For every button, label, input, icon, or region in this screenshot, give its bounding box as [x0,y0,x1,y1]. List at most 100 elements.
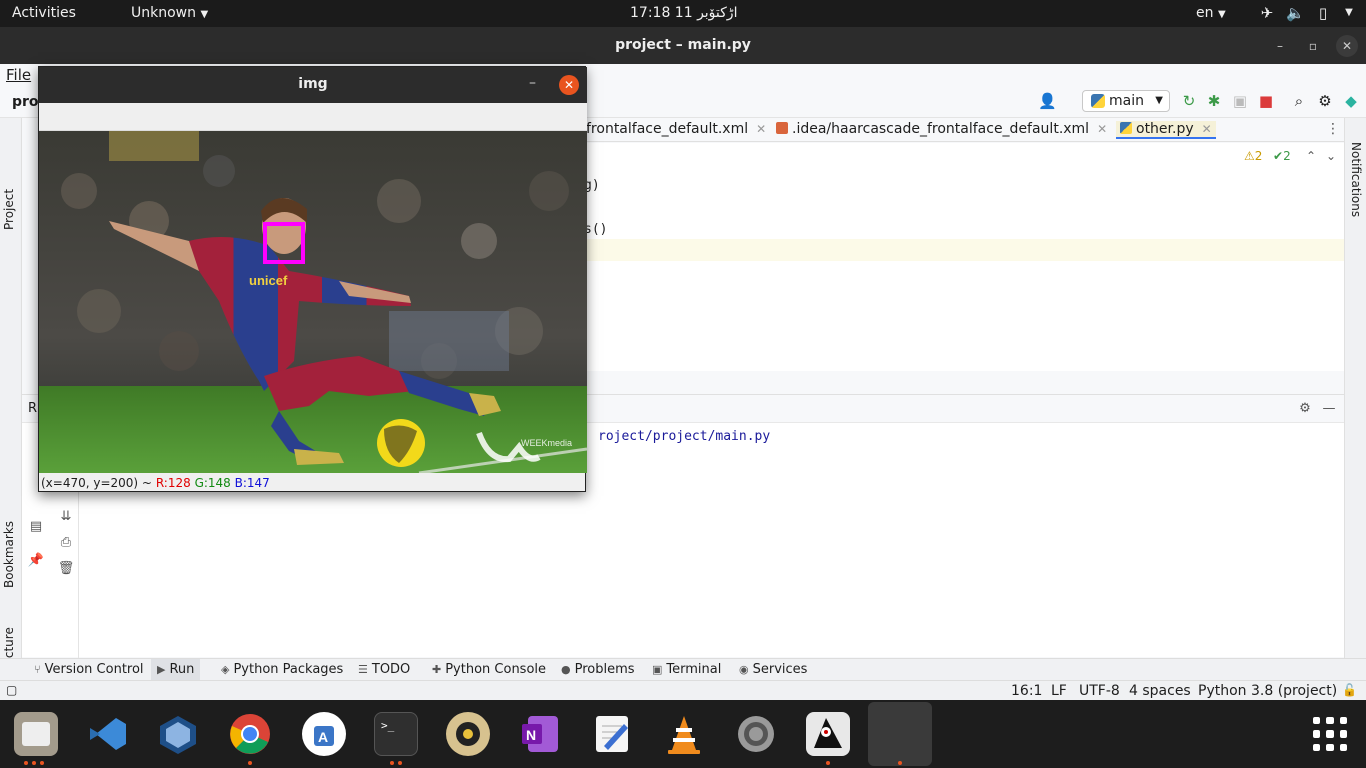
tool-window-bar: ⑂ Version Control ▶ Run ◈ Python Packages ☰… [0,658,1366,681]
application-dock: A >_ N [0,700,1366,768]
tab-label: Problems [574,662,635,677]
stop-icon[interactable]: ■ [1257,92,1275,110]
lock-icon[interactable]: 🔓 [1342,683,1357,697]
todo-tab[interactable]: ☰ TODO [358,662,410,677]
python-packages-tab[interactable]: ◈ Python Packages [221,662,343,677]
minimize-icon[interactable]: – [1269,35,1291,57]
version-control-tab[interactable]: ⑂ Version Control [34,662,144,677]
gear-icon[interactable]: ⚙ [1316,92,1334,110]
coverage-icon[interactable]: ▣ [1231,92,1249,110]
java-icon[interactable] [806,712,850,756]
caret-position[interactable]: 16:1 [1011,683,1042,699]
debug-icon[interactable]: ✱ [1205,92,1223,110]
menu-file[interactable]: File [6,66,31,84]
close-icon[interactable]: ✕ [559,75,579,95]
warnings-indicator[interactable]: ⚠2 [1244,149,1262,163]
bookmarks-tool-tab[interactable]: Bookmarks [2,521,16,588]
files-icon[interactable] [14,712,58,756]
current-line-highlight [576,239,1344,261]
indent-setting[interactable]: 4 spaces [1129,683,1191,699]
system-top-bar: Activities Unknown ▼ 17:18 11 اڑکتۆبر en… [0,0,1366,27]
print-icon[interactable]: ⎙ [56,533,76,553]
vlc-drawing [668,716,700,754]
text-editor-icon[interactable] [590,712,634,756]
show-applications-icon[interactable] [1313,717,1347,751]
terminal-icon: ▣ [652,663,663,676]
chevron-up-icon[interactable]: ⌃ [1306,149,1316,163]
file-encoding[interactable]: UTF-8 [1079,683,1120,699]
airplane-icon[interactable]: ✈ [1258,4,1276,22]
volume-icon[interactable]: 🔈 [1286,4,1305,22]
hide-panel-icon[interactable]: — [1319,399,1339,419]
minimize-icon[interactable]: – [529,75,536,91]
settings-icon[interactable] [734,712,778,756]
run-configuration-select[interactable]: main ▼ [1082,90,1170,112]
chevron-down-icon: ▼ [1155,95,1163,106]
chevron-down-icon[interactable]: ⌄ [1326,149,1336,163]
maximize-icon[interactable]: ▫ [1302,35,1324,57]
toggle-tool-windows-icon[interactable]: ▢ [6,683,17,697]
project-tool-tab[interactable]: Project [2,189,16,230]
terminal-icon[interactable]: >_ [374,712,418,756]
services-tab[interactable]: ◉ Services [739,662,807,677]
store-icon[interactable]: A [302,712,346,756]
app-placeholder-icon[interactable] [868,702,932,766]
close-icon[interactable]: ✕ [1336,35,1358,57]
pixel-readout: (x=470, y=200) ~ R:128 G:148 B:147 [41,476,270,490]
code-editor[interactable]: g) s() ⚠2 ✔2 ⌃ ⌄ [576,143,1344,371]
more-tabs-icon[interactable]: ⋮ [1326,121,1340,137]
tab-label: Services [752,662,808,677]
account-icon[interactable]: 👤 [1038,92,1057,110]
app-menu[interactable]: Unknown ▼ [131,5,208,21]
tab-haarcascade-xml[interactable]: .idea/haarcascade_frontalface_default.xm… [776,121,1107,137]
coords-text: (x=470, y=200) ~ [41,476,152,490]
ide-logo-icon[interactable]: ◆ [1342,92,1360,110]
tab-other-py[interactable]: other.py ✕ [1116,121,1216,139]
search-icon[interactable]: ⌕ [1290,92,1308,110]
clock[interactable]: 17:18 11 اڑکتۆبر [630,5,737,21]
problems-tab[interactable]: ● Problems [561,662,635,677]
interpreter-selector[interactable]: Python 3.8 (project) [1198,683,1337,699]
chrome-icon[interactable] [228,712,272,756]
line-separator[interactable]: LF [1051,683,1067,699]
tab-label: Terminal [666,662,722,677]
battery-icon[interactable]: ▯ [1314,4,1332,22]
branch-icon: ⑂ [34,663,41,676]
watermark-text: WEEKmedia [521,438,572,448]
scroll-to-end-icon[interactable]: ⇊ [56,507,76,527]
img-window: img – ✕ unicef WEEKmedia (x=470, y=200) … [38,66,587,492]
python-console-tab[interactable]: ✚ Python Console [432,662,546,677]
tab-label: Version Control [44,662,144,677]
trash-icon[interactable]: 🗑 [56,559,76,579]
close-icon[interactable]: ✕ [756,122,766,136]
run-panel-title: R [28,401,38,416]
close-icon[interactable]: ✕ [1097,122,1107,136]
jersey-sponsor: unicef [249,273,288,288]
soccer-player-photo[interactable]: unicef WEEKmedia [39,131,587,473]
gear-icon[interactable]: ⚙ [1295,399,1315,419]
settings-drawing [738,716,774,752]
text-editor-drawing [596,716,628,752]
layout-icon[interactable]: ▤ [26,517,46,537]
run-tab[interactable]: ▶ Run [151,659,201,681]
vlc-icon[interactable] [662,712,706,756]
system-menu-chevron-icon[interactable]: ▼ [1340,4,1358,22]
vscode-icon[interactable] [86,712,130,756]
tab-label: .idea/haarcascade_frontalface_default.xm… [792,121,1090,137]
chevron-down-icon: ▼ [1217,9,1226,20]
pin-icon[interactable]: 📌 [26,551,46,571]
typo-indicator[interactable]: ✔2 [1273,149,1291,163]
tab-frontalface-xml[interactable]: frontalface_default.xml ✕ [586,121,766,137]
notifications-tool-tab[interactable]: Notifications [1349,142,1363,217]
rerun-icon[interactable]: ↻ [1180,92,1198,110]
svg-text:N: N [526,727,536,743]
terminal-tab[interactable]: ▣ Terminal [652,662,721,677]
language-indicator[interactable]: en ▼ [1196,5,1226,21]
activities-button[interactable]: Activities [12,5,76,21]
onenote-icon[interactable]: N [518,712,562,756]
editor-tabs: frontalface_default.xml ✕ .idea/haarcasca… [576,118,1344,142]
close-icon[interactable]: ✕ [1202,122,1212,136]
rhythmbox-icon[interactable] [446,712,490,756]
red-value: R:128 [155,476,191,490]
virtualbox-icon[interactable] [156,712,200,756]
